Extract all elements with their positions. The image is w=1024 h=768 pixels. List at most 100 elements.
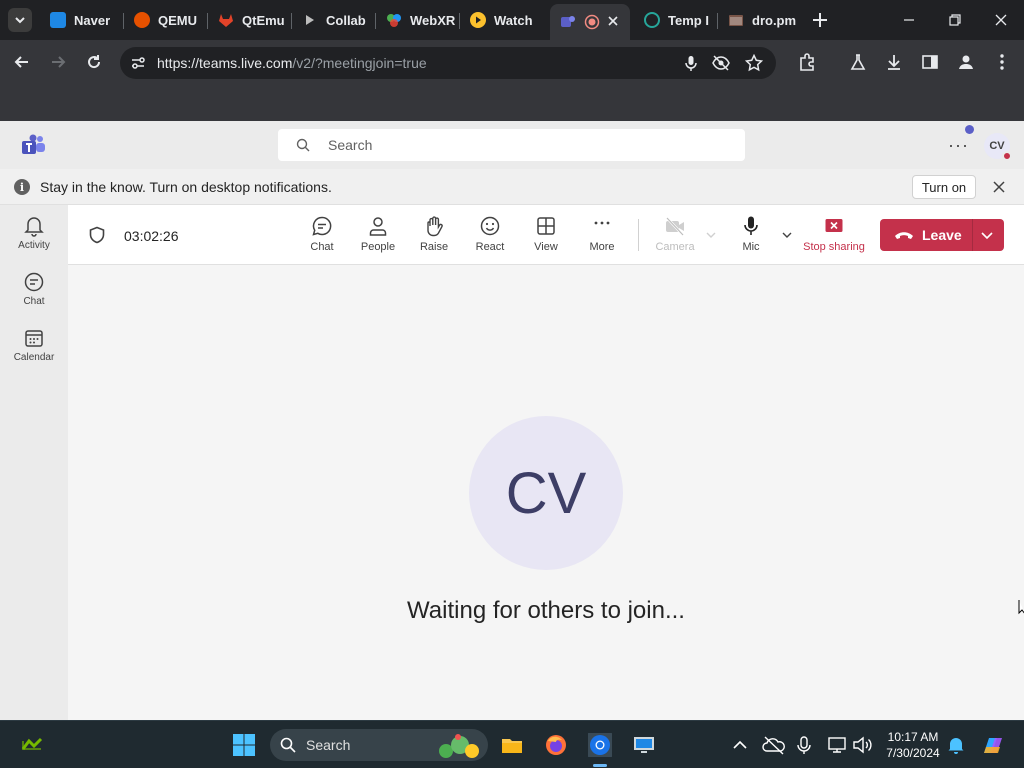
address-bar[interactable]: https://teams.live.com/v2/?meetingjoin=t…	[120, 47, 776, 79]
collab-favicon-icon	[306, 15, 314, 25]
tab-close-icon[interactable]	[606, 14, 620, 28]
tab-temp[interactable]: Temp I	[634, 4, 718, 36]
firefox-icon[interactable]	[544, 733, 568, 757]
window-close-icon[interactable]	[989, 8, 1013, 32]
side-panel-icon[interactable]	[920, 52, 940, 72]
recording-icon	[584, 14, 600, 30]
taskbar-search[interactable]: Search	[270, 729, 488, 761]
view-button[interactable]: View	[518, 215, 574, 261]
bookmark-star-icon[interactable]	[745, 54, 763, 72]
restore-icon[interactable]	[943, 8, 967, 32]
banner-close-icon[interactable]	[992, 180, 1006, 194]
chrome-icon[interactable]	[588, 733, 612, 757]
tab-webxr[interactable]: WebXR	[376, 4, 460, 36]
chat-button[interactable]: Chat	[294, 215, 350, 261]
play-favicon-icon	[470, 12, 486, 28]
tab-label: Temp I	[668, 12, 709, 28]
network-icon[interactable]	[825, 733, 849, 757]
file-explorer-icon[interactable]	[500, 733, 524, 757]
turn-on-button[interactable]: Turn on	[912, 175, 976, 199]
camera-button[interactable]: Camera	[647, 215, 703, 261]
tab-label: QtEmu	[242, 12, 285, 28]
kebab-menu-icon[interactable]	[992, 52, 1012, 72]
camera-options-chevron-icon[interactable]	[705, 229, 717, 241]
react-button[interactable]: React	[462, 215, 518, 261]
rail-label: Calendar	[13, 352, 55, 363]
control-label: Chat	[310, 241, 334, 253]
leave-options-chevron-icon[interactable]	[980, 229, 994, 241]
shield-icon[interactable]	[88, 226, 106, 244]
more-options-button[interactable]: ···	[948, 135, 969, 156]
back-icon[interactable]	[12, 52, 32, 72]
search-placeholder: Search	[328, 137, 373, 153]
tab-watch[interactable]: Watch	[460, 4, 550, 36]
tab-teams-active[interactable]	[550, 4, 630, 40]
tab-collab[interactable]: Collab	[292, 4, 376, 36]
qemu-favicon-icon	[134, 12, 150, 28]
people-icon	[369, 217, 387, 236]
rail-item-calendar[interactable]: Calendar	[0, 319, 68, 371]
extensions-icon[interactable]	[797, 52, 817, 72]
nvidia-tray-icon[interactable]	[20, 733, 44, 757]
clock-date: 7/30/2024	[886, 746, 940, 760]
control-label: Raise	[419, 241, 449, 253]
chevron-up-icon[interactable]	[730, 733, 750, 757]
site-settings-icon[interactable]	[130, 55, 146, 71]
microphone-icon[interactable]	[682, 54, 700, 72]
tab-qemu[interactable]: QEMU	[124, 4, 208, 36]
smiley-icon	[480, 216, 500, 236]
minimize-icon[interactable]	[897, 8, 921, 32]
gitlab-favicon-icon	[219, 14, 233, 27]
meeting-control-bar: 03:02:26 Chat People Raise React View Mo…	[68, 205, 1024, 265]
profile-icon[interactable]	[956, 52, 976, 72]
stop-sharing-button[interactable]: Stop sharing	[800, 215, 868, 261]
new-tab-icon[interactable]	[810, 10, 830, 30]
tab-dro[interactable]: dro.pm	[718, 4, 802, 36]
search-highlight-icon	[439, 734, 479, 758]
tab-label: Watch	[494, 12, 533, 28]
mic-button[interactable]: Mic	[723, 215, 779, 261]
control-label: React	[475, 241, 505, 253]
control-label: View	[534, 241, 558, 253]
tab-qtemu[interactable]: QtEmu	[208, 4, 292, 36]
mic-options-chevron-icon[interactable]	[781, 229, 793, 241]
remote-desktop-icon[interactable]	[632, 733, 656, 757]
tab-label: Naver	[74, 12, 111, 28]
folder-favicon-icon	[729, 15, 743, 26]
copilot-icon[interactable]	[980, 733, 1006, 759]
mic-tray-icon[interactable]	[794, 733, 814, 757]
volume-icon[interactable]	[850, 733, 874, 757]
teams-logo-icon[interactable]	[22, 134, 46, 156]
people-button[interactable]: People	[350, 215, 406, 261]
forward-icon[interactable]	[48, 52, 68, 72]
banner-text: Stay in the know. Turn on desktop notifi…	[40, 179, 332, 195]
rail-label: Chat	[23, 296, 45, 307]
user-avatar[interactable]: CV	[984, 133, 1012, 161]
grid-view-icon	[537, 217, 555, 235]
tab-naver[interactable]: Naver	[40, 4, 124, 36]
labs-flask-icon[interactable]	[848, 52, 868, 72]
avatar-initials: CV	[989, 140, 1005, 152]
rail-item-chat[interactable]: Chat	[0, 263, 68, 315]
leave-button[interactable]: Leave	[880, 219, 1004, 251]
eye-off-icon[interactable]	[712, 54, 730, 72]
raise-hand-button[interactable]: Raise	[406, 215, 462, 261]
leave-label: Leave	[922, 227, 962, 243]
notifications-bell-icon[interactable]	[946, 733, 966, 757]
windows-start-icon[interactable]	[232, 733, 256, 757]
system-clock[interactable]: 10:17 AM 7/30/2024	[880, 729, 946, 761]
raise-hand-icon	[427, 216, 443, 237]
download-icon[interactable]	[884, 52, 904, 72]
rail-label: Activity	[18, 240, 50, 251]
rail-item-activity[interactable]: Activity	[0, 207, 68, 259]
onedrive-off-icon[interactable]	[762, 733, 786, 757]
tab-search-button[interactable]	[8, 8, 32, 32]
teams-search-input[interactable]: Search	[278, 129, 745, 161]
meeting-timer: 03:02:26	[124, 228, 179, 244]
notification-dot	[965, 125, 974, 134]
ellipsis-icon	[594, 221, 610, 225]
reload-icon[interactable]	[84, 52, 104, 72]
more-button[interactable]: More	[574, 215, 630, 261]
tab-label: Collab	[326, 12, 366, 28]
clock-time: 10:17 AM	[887, 730, 939, 744]
